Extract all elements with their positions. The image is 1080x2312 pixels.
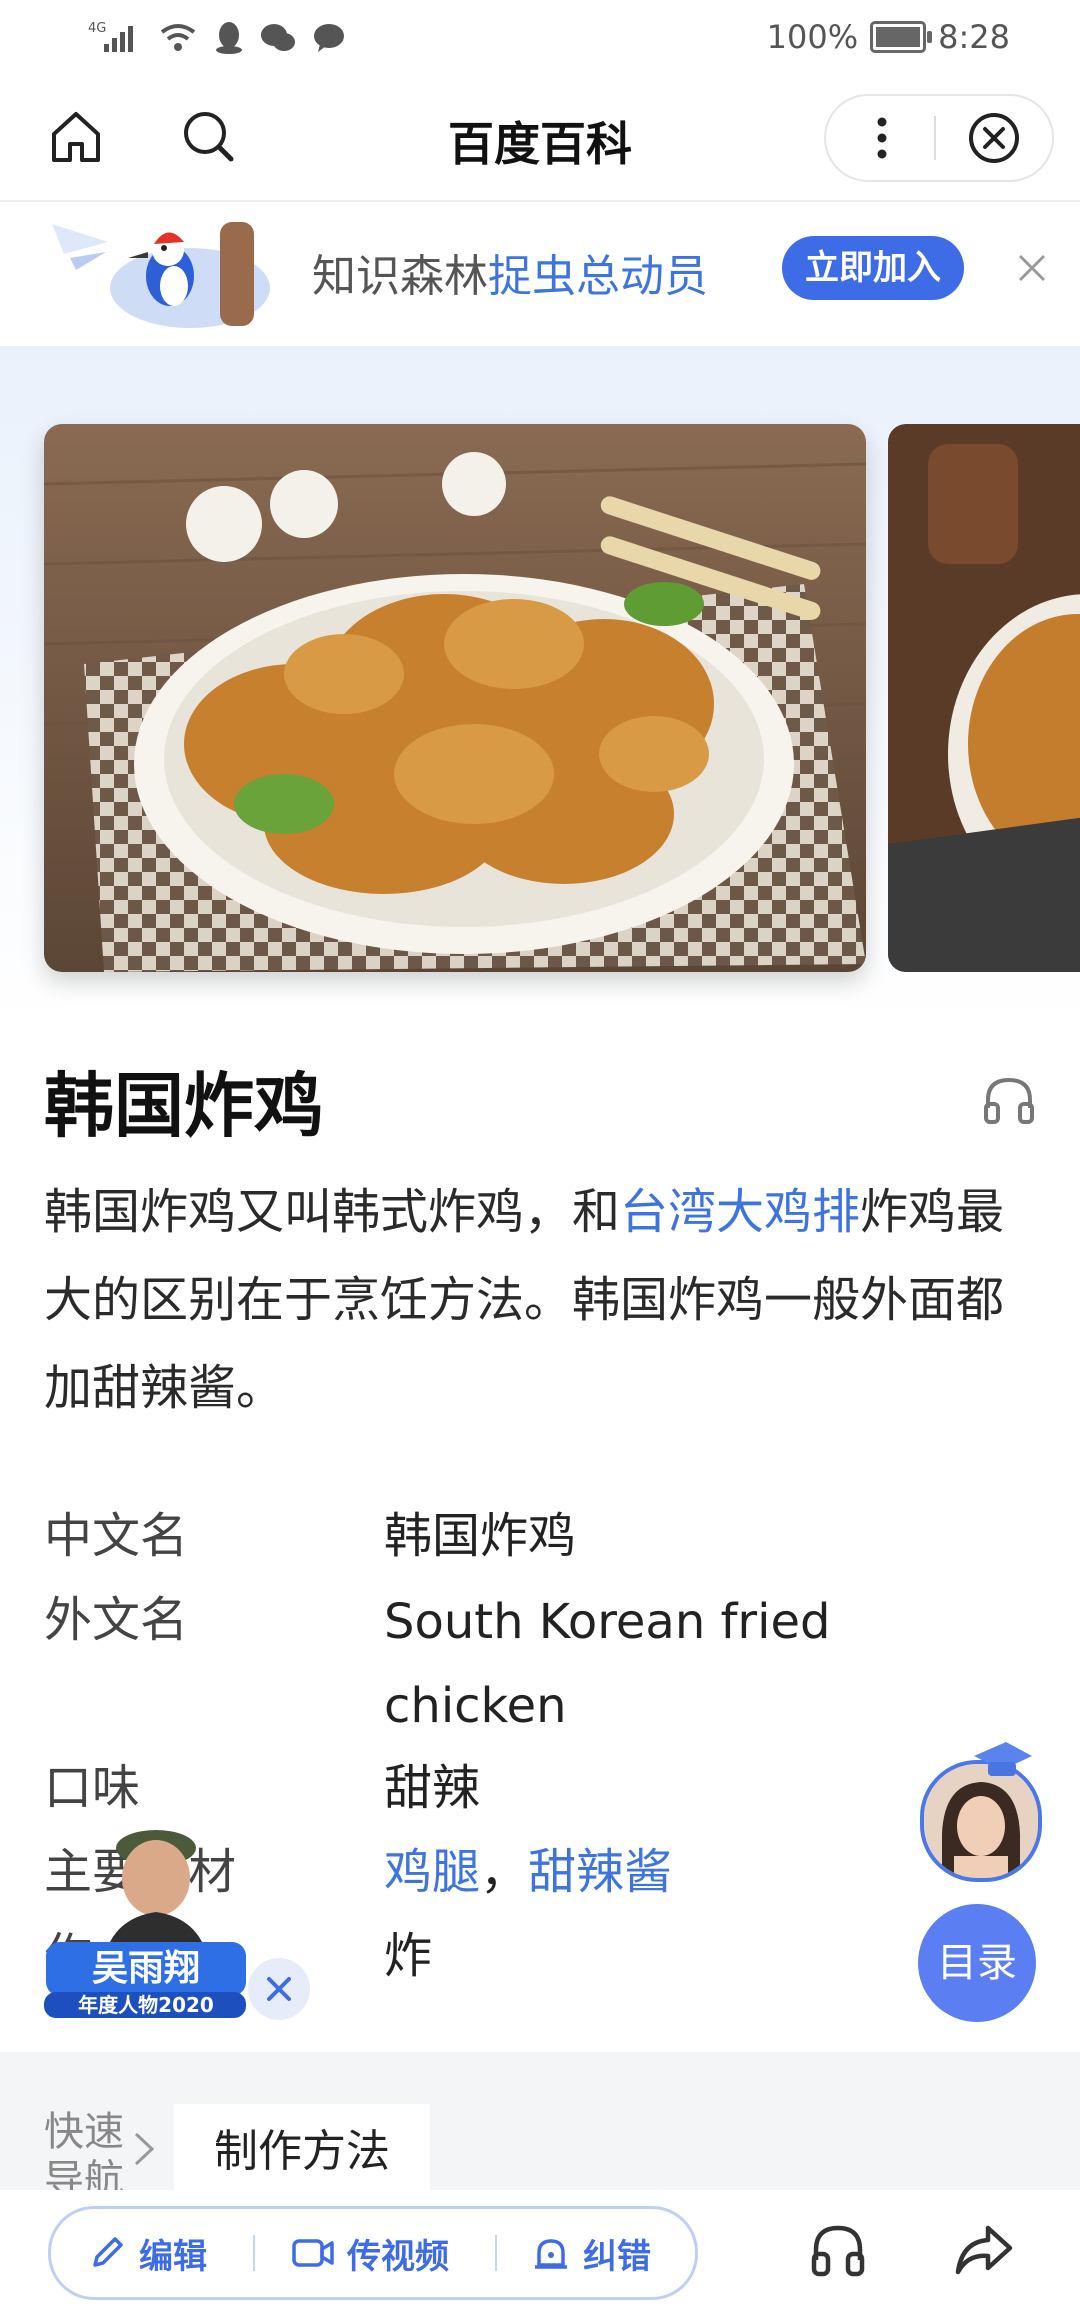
signal-icon: 4G — [88, 21, 133, 52]
fried-chicken-photo[interactable] — [44, 424, 866, 972]
info-value-method: 炸 — [384, 1928, 433, 1984]
headphones-icon[interactable] — [806, 2218, 870, 2282]
info-value-taste: 甜辣 — [384, 1760, 481, 1816]
svg-text:吴雨翔: 吴雨翔 — [92, 1948, 200, 1989]
battery-percent: 100% — [766, 18, 859, 56]
article-summary: 韩国炸鸡又叫韩式炸鸡，和台湾大鸡排炸鸡最大的区别在于烹饪方法。韩国炸鸡一般外面都… — [44, 1184, 1005, 1416]
info-value-chinese-name: 韩国炸鸡 — [384, 1508, 577, 1564]
more-icon[interactable] — [862, 114, 902, 162]
info-label-chinese-name: 中文名 — [44, 1508, 189, 1564]
pencil-icon — [93, 2237, 123, 2267]
quick-nav: 快速导航 制作方法 — [0, 2052, 1080, 2203]
article-title: 韩国炸鸡 — [44, 1065, 324, 1147]
promo-banner[interactable]: 知识森林捉虫总动员 立即加入 — [0, 202, 1080, 346]
close-icon[interactable] — [1010, 246, 1054, 290]
badge-close-icon[interactable] — [248, 1958, 310, 2020]
headphones-icon[interactable] — [980, 1070, 1038, 1128]
correct-button[interactable]: 纠错 — [531, 2209, 651, 2297]
toolbar-divider — [495, 2235, 497, 2271]
promo-text: 知识森林捉虫总动员 — [312, 251, 708, 302]
edit-button[interactable]: 编辑 — [87, 2209, 207, 2297]
share-icon[interactable] — [952, 2218, 1016, 2282]
tool-pill: 编辑 传视频 纠错 — [48, 2206, 698, 2300]
info-label-foreign-name: 外文名 — [44, 1592, 189, 1648]
taiwan-chicken-link[interactable]: 台湾大鸡排 — [620, 1184, 860, 1240]
status-right: 100% 8:28 — [767, 18, 1010, 56]
wechat-icon — [261, 24, 295, 51]
mini-program-capsule — [824, 94, 1054, 182]
bottom-toolbar: 编辑 传视频 纠错 — [0, 2190, 1080, 2312]
fried-chicken-photo-2[interactable] — [888, 424, 1080, 972]
chevron-right-icon — [134, 2132, 155, 2166]
toc-button[interactable]: 目录 — [918, 1904, 1036, 2022]
status-left-icons: 4G — [88, 18, 346, 58]
report-icon — [535, 2239, 567, 2269]
status-bar: 4G 100% 8:28 — [0, 0, 1080, 80]
graduation-cap-icon — [974, 1742, 1032, 1776]
info-value-foreign-name: South Korean fried chicken — [384, 1594, 831, 1734]
wifi-icon — [160, 24, 196, 51]
svg-text:4G: 4G — [88, 21, 106, 36]
person-of-year-badge[interactable]: 吴雨翔 年度人物2020 — [44, 1808, 254, 2018]
woodpecker-illustration — [52, 222, 270, 328]
info-value-ingredients: 鸡腿，甜辣酱 — [384, 1844, 673, 1900]
quick-nav-tab-method[interactable]: 制作方法 — [174, 2104, 430, 2190]
join-button[interactable]: 立即加入 — [782, 236, 964, 300]
message-icon — [314, 24, 344, 52]
ingredient-link-sauce[interactable]: 甜辣酱 — [528, 1844, 672, 1900]
toolbar-divider — [253, 2235, 255, 2271]
top-nav: 百度百科 — [0, 80, 1080, 202]
capsule-divider — [934, 116, 936, 160]
svg-text:年度人物2020: 年度人物2020 — [78, 1993, 214, 2017]
video-icon — [292, 2239, 334, 2267]
qq-icon — [216, 22, 242, 54]
upload-video-button[interactable]: 传视频 — [291, 2209, 449, 2297]
ingredient-link-drumstick[interactable]: 鸡腿 — [384, 1844, 480, 1900]
image-gallery — [0, 346, 1080, 1026]
close-circle-icon[interactable] — [966, 110, 1022, 166]
battery-icon — [870, 21, 933, 53]
clock: 8:28 — [938, 18, 1010, 56]
